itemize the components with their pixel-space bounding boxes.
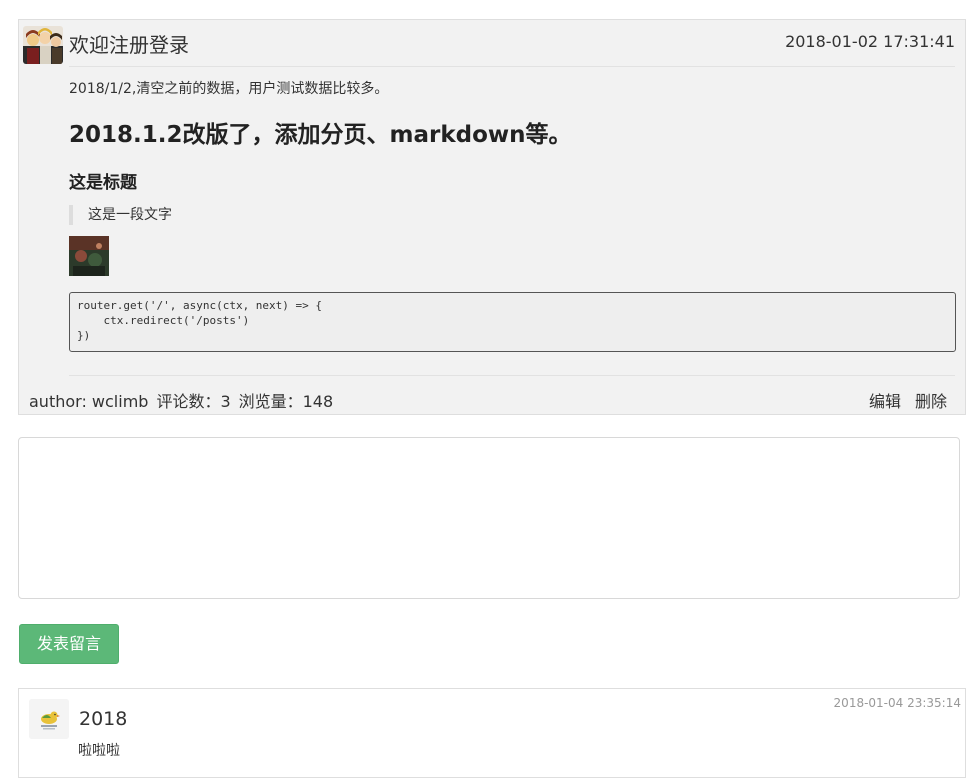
comment-item: 2018 2018-01-04 23:35:14 啦啦啦	[18, 688, 966, 778]
post-heading-1: 2018.1.2改版了，添加分页、markdown等。	[69, 122, 572, 148]
comment-text: 啦啦啦	[78, 743, 120, 759]
comment-date: 2018-01-04 23:35:14	[833, 696, 961, 710]
edit-link[interactable]: 编辑	[869, 392, 901, 411]
footer-divider	[69, 375, 955, 376]
header-divider	[69, 66, 955, 67]
post-heading-2: 这是标题	[69, 173, 137, 193]
post-title[interactable]: 欢迎注册登录	[69, 32, 189, 58]
code-block: router.get('/', async(ctx, next) => { ct…	[69, 292, 956, 352]
post-meta: author: wclimb 评论数：3 浏览量：148	[29, 392, 341, 412]
view-count: 浏览量：148	[238, 392, 334, 411]
delete-link[interactable]: 删除	[915, 392, 947, 411]
comment-textarea[interactable]	[18, 437, 960, 599]
post-image	[69, 236, 109, 276]
submit-comment-button[interactable]: 发表留言	[19, 624, 119, 664]
commenter-name[interactable]: 2018	[79, 707, 127, 731]
author-avatar[interactable]	[23, 26, 63, 64]
post-blockquote: 这是一段文字	[69, 205, 172, 225]
commenter-avatar[interactable]	[29, 699, 69, 739]
post-intro-text: 2018/1/2,清空之前的数据，用户测试数据比较多。	[69, 81, 389, 97]
post-date: 2018-01-02 17:31:41	[785, 32, 955, 51]
post-actions: 编辑 删除	[855, 392, 947, 412]
comment-count: 评论数：3	[156, 392, 231, 411]
post-author: author: wclimb	[29, 392, 149, 411]
post-card: 欢迎注册登录 2018-01-02 17:31:41 2018/1/2,清空之前…	[18, 19, 966, 415]
